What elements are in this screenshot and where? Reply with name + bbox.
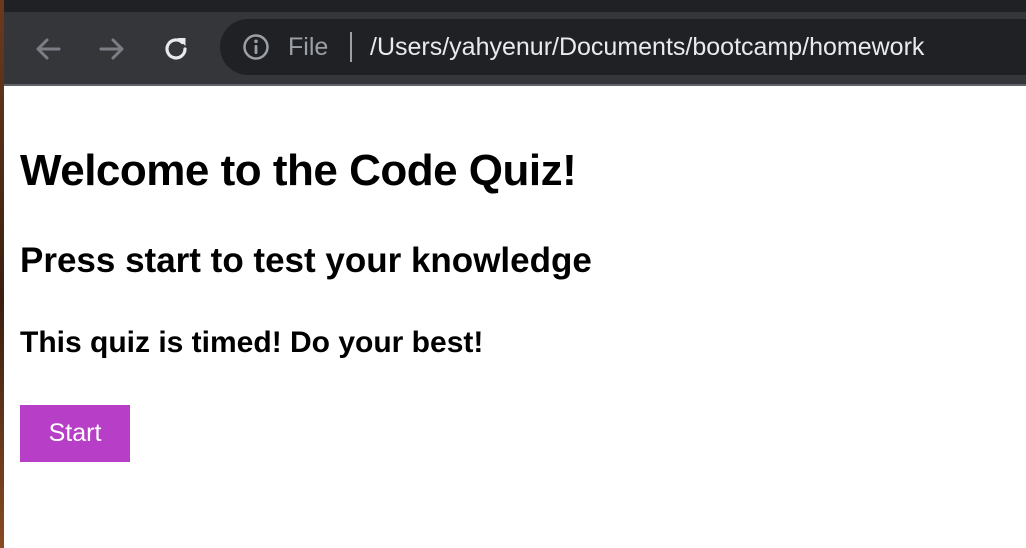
url-text[interactable]: /Users/yahyenur/Documents/bootcamp/homew… [370, 31, 924, 63]
browser-toolbar: File /Users/yahyenur/Documents/bootcamp/… [0, 12, 1026, 84]
tab-strip [0, 0, 1026, 12]
scheme-label: File [288, 33, 329, 61]
page-subtitle: Press start to test your knowledge [20, 241, 592, 280]
toolbar-divider [0, 84, 1026, 86]
address-separator [350, 32, 352, 62]
arrow-left-icon [36, 38, 61, 60]
arrow-right-icon [99, 38, 124, 60]
page-title: Welcome to the Code Quiz! [20, 146, 577, 195]
forward-button[interactable] [96, 33, 128, 65]
info-circle-icon[interactable] [242, 33, 270, 61]
back-button[interactable] [32, 33, 64, 65]
start-button[interactable]: Start [20, 405, 130, 462]
address-bar[interactable]: File /Users/yahyenur/Documents/bootcamp/… [220, 19, 1026, 75]
reload-button[interactable] [160, 33, 192, 65]
desktop-edge [0, 0, 4, 548]
reload-icon [165, 38, 187, 60]
timer-note: This quiz is timed! Do your best! [20, 326, 484, 359]
browser-window: File /Users/yahyenur/Documents/bootcamp/… [0, 0, 1026, 548]
